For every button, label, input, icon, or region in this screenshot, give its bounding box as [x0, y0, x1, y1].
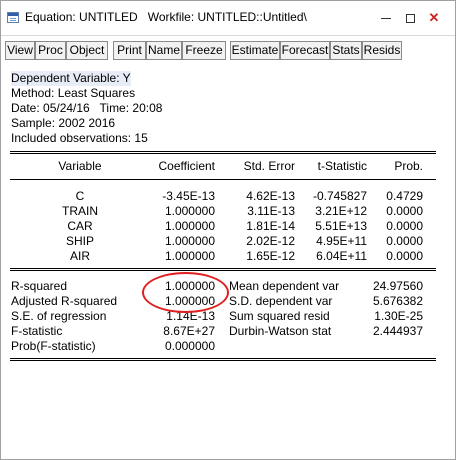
red-highlight-ellipse: [142, 272, 229, 313]
col-header-t-statistic: t-Statistic: [317, 159, 367, 173]
dependent-variable-line[interactable]: Dependent Variable: Y: [11, 71, 131, 86]
table-cell-std-error: 2.02E-12: [246, 234, 295, 248]
stats-button[interactable]: Stats: [330, 41, 362, 60]
table-cell-variable: TRAIN: [62, 204, 98, 218]
stat-value: 8.67E+27: [163, 324, 215, 338]
table-cell-prob: 0.0000: [386, 204, 423, 218]
col-header-variable: Variable: [58, 159, 102, 173]
col-header-std-error: Std. Error: [243, 159, 295, 173]
stat-value: 2.444937: [372, 324, 423, 338]
table-cell-t-statistic: 4.95E+11: [316, 234, 367, 248]
table-cell-std-error: 1.81E-14: [246, 219, 295, 233]
stat-value: 24.97560: [372, 279, 423, 293]
divider: [10, 151, 436, 152]
table-cell-coefficient: 1.000000: [164, 249, 215, 263]
observations-line: Included observations: 15: [11, 131, 148, 145]
table-cell-variable: SHIP: [65, 234, 94, 248]
table-cell-variable: AIR: [69, 249, 90, 263]
maximize-icon[interactable]: [397, 5, 423, 31]
equation-window-icon: [7, 12, 19, 23]
estimate-button[interactable]: Estimate: [230, 41, 280, 60]
proc-button[interactable]: Proc: [35, 41, 66, 60]
window-title: Equation: UNTITLED Workfile: UNTITLED::U…: [25, 10, 307, 24]
method-line: Method: Least Squares: [11, 86, 136, 100]
table-cell-t-statistic: -0.745827: [312, 189, 367, 203]
estimation-header: Dependent Variable: Y Method: Least Squa…: [11, 71, 162, 146]
divider: [10, 270, 436, 271]
table-cell-coefficient: 1.000000: [164, 219, 215, 233]
divider: [10, 179, 436, 180]
table-cell-t-statistic: 3.21E+12: [315, 204, 367, 218]
close-icon[interactable]: ✕: [421, 5, 447, 31]
table-cell-coefficient: 1.000000: [164, 234, 215, 248]
table-cell-prob: 0.0000: [386, 219, 423, 233]
minimize-icon[interactable]: [373, 5, 399, 31]
sample-line: Sample: 2002 2016: [11, 116, 116, 130]
table-cell-std-error: 4.62E-13: [246, 189, 295, 203]
col-header-prob: Prob.: [394, 159, 423, 173]
divider: [10, 268, 436, 269]
forecast-button[interactable]: Forecast: [280, 41, 330, 60]
output-panel: Dependent Variable: Y Method: Least Squa…: [5, 65, 441, 457]
name-button[interactable]: Name: [146, 41, 182, 60]
table-cell-coefficient: -3.45E-13: [162, 189, 215, 203]
table-cell-std-error: 3.11E-13: [247, 204, 295, 218]
stat-value: 5.676382: [372, 294, 423, 308]
view-button[interactable]: View: [5, 41, 35, 60]
table-cell-variable: CAR: [67, 219, 93, 233]
stat-value: 0.000000: [164, 339, 215, 353]
table-cell-variable: C: [75, 189, 85, 203]
title-bar[interactable]: Equation: UNTITLED Workfile: UNTITLED::U…: [1, 1, 455, 36]
col-header-coefficient: Coefficient: [158, 159, 215, 173]
divider: [10, 358, 436, 359]
freeze-button[interactable]: Freeze: [182, 41, 226, 60]
table-cell-t-statistic: 6.04E+11: [316, 249, 367, 263]
equation-window: Equation: UNTITLED Workfile: UNTITLED::U…: [0, 0, 456, 460]
table-cell-t-statistic: 5.51E+13: [315, 219, 367, 233]
table-cell-prob: 0.4729: [386, 189, 423, 203]
divider: [10, 360, 436, 361]
stat-value: 1.30E-25: [374, 309, 423, 323]
print-button[interactable]: Print: [113, 41, 146, 60]
table-cell-prob: 0.0000: [386, 234, 423, 248]
table-cell-std-error: 1.65E-12: [246, 249, 295, 263]
table-cell-prob: 0.0000: [386, 249, 423, 263]
divider: [10, 153, 436, 154]
date-time-line: Date: 05/24/16 Time: 20:08: [11, 101, 163, 115]
resids-button[interactable]: Resids: [362, 41, 402, 60]
table-cell-coefficient: 1.000000: [164, 204, 215, 218]
object-button[interactable]: Object: [66, 41, 108, 60]
